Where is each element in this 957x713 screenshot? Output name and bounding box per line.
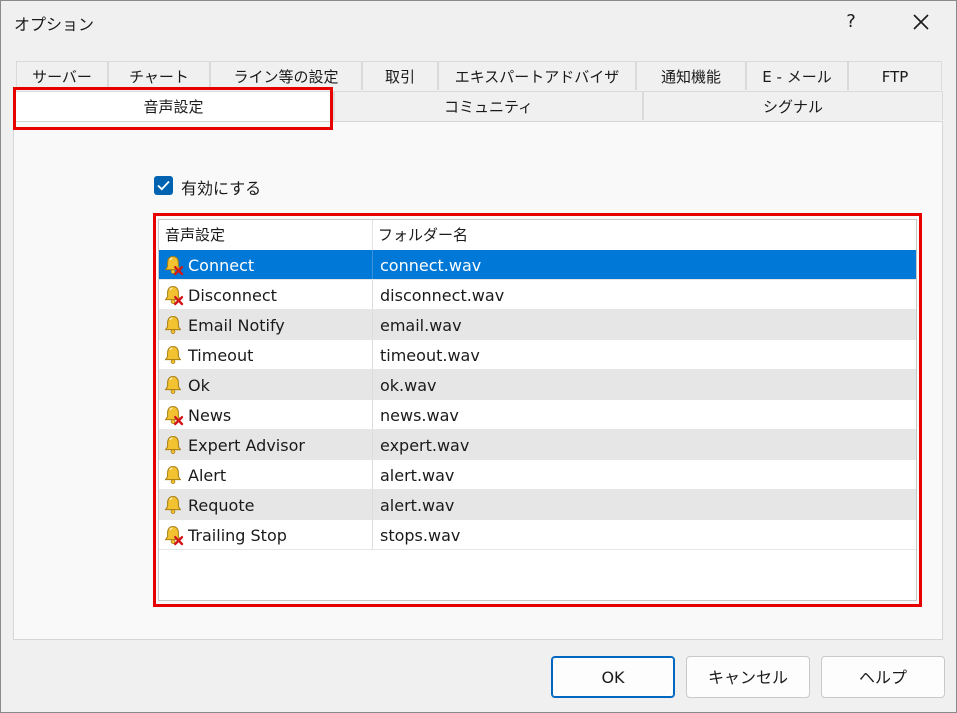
sound-row-expert-advisor[interactable]: Expert Advisor expert.wav (159, 430, 916, 460)
cell-divider (372, 310, 373, 339)
sound-file-name: alert.wav (380, 496, 455, 515)
tab-notifications[interactable]: 通知機能 (636, 61, 746, 90)
tab-server[interactable]: サーバー (16, 61, 108, 90)
bell-disabled-icon[interactable] (162, 404, 184, 426)
sound-events-list[interactable]: 音声設定 フォルダー名 Connect connect.wav Disconnect… (158, 219, 917, 601)
close-button[interactable] (901, 5, 941, 39)
bell-disabled-icon[interactable] (162, 254, 184, 276)
cell-divider (372, 430, 373, 459)
sound-event-name: Ok (188, 376, 210, 395)
cell-divider (372, 460, 373, 489)
column-header-file[interactable]: フォルダー名 (378, 220, 468, 250)
tab-chart[interactable]: チャート (108, 61, 210, 90)
window-title: オプション (14, 15, 95, 34)
sound-event-name: Timeout (188, 346, 254, 365)
tab-email[interactable]: E - メール (746, 61, 848, 90)
title-bar: オプション ? (1, 1, 956, 45)
cell-divider (372, 520, 373, 549)
sound-file-name: timeout.wav (380, 346, 480, 365)
sound-file-name: alert.wav (380, 466, 455, 485)
enable-sounds-checkbox[interactable] (154, 176, 173, 195)
checkmark-icon (157, 180, 170, 191)
cell-divider (372, 370, 373, 399)
tab-community[interactable]: コミュニティ (334, 91, 643, 120)
tab-row-2: 音声設定 コミュニティ シグナル (13, 91, 943, 122)
sound-event-name: Requote (188, 496, 255, 515)
sound-event-name: Expert Advisor (188, 436, 305, 455)
sound-file-name: ok.wav (380, 376, 437, 395)
cell-divider (372, 340, 373, 369)
tab-objects[interactable]: ライン等の設定 (210, 61, 362, 90)
column-header-event[interactable]: 音声設定 (165, 220, 370, 250)
cancel-button[interactable]: キャンセル (686, 656, 810, 698)
column-divider[interactable] (372, 220, 373, 250)
sound-row-email-notify[interactable]: Email Notify email.wav (159, 310, 916, 340)
help-question-button[interactable]: ? (837, 7, 865, 37)
cell-divider (372, 490, 373, 519)
sound-file-name: expert.wav (380, 436, 470, 455)
ok-button[interactable]: OK (551, 656, 675, 698)
sound-row-connect[interactable]: Connect connect.wav (159, 250, 916, 280)
tab-signals[interactable]: シグナル (643, 91, 943, 120)
sound-event-name: Alert (188, 466, 227, 485)
sound-file-name: disconnect.wav (380, 286, 505, 305)
sound-event-name: Connect (188, 256, 255, 275)
sound-event-name: Disconnect (188, 286, 277, 305)
sound-event-name: News (188, 406, 232, 425)
tab-sounds[interactable]: 音声設定 (13, 91, 334, 122)
tab-row-1: サーバー チャート ライン等の設定 取引 エキスパートアドバイザ 通知機能 E … (16, 61, 942, 92)
enable-sounds-label: 有効にする (181, 179, 262, 198)
bell-icon[interactable] (162, 434, 184, 456)
bell-icon[interactable] (162, 374, 184, 396)
close-icon (913, 14, 929, 30)
bell-icon[interactable] (162, 344, 184, 366)
sound-event-name: Trailing Stop (188, 526, 287, 545)
options-dialog: オプション ? サーバー チャート ライン等の設定 取引 エキスパートアドバイザ… (0, 0, 957, 713)
cell-divider (372, 250, 373, 279)
tab-trade[interactable]: 取引 (362, 61, 438, 90)
tab-expert-advisors[interactable]: エキスパートアドバイザ (438, 61, 636, 90)
tab-ftp[interactable]: FTP (848, 61, 942, 90)
help-button[interactable]: ヘルプ (821, 656, 945, 698)
sound-row-alert[interactable]: Alert alert.wav (159, 460, 916, 490)
sound-row-trailing-stop[interactable]: Trailing Stop stops.wav (159, 520, 916, 550)
bell-disabled-icon[interactable] (162, 524, 184, 546)
sound-file-name: email.wav (380, 316, 462, 335)
sound-file-name: connect.wav (380, 256, 482, 275)
bell-icon[interactable] (162, 314, 184, 336)
sound-file-name: stops.wav (380, 526, 461, 545)
sound-row-disconnect[interactable]: Disconnect disconnect.wav (159, 280, 916, 310)
sound-file-name: news.wav (380, 406, 459, 425)
bell-icon[interactable] (162, 494, 184, 516)
sound-row-news[interactable]: News news.wav (159, 400, 916, 430)
sound-row-timeout[interactable]: Timeout timeout.wav (159, 340, 916, 370)
bell-icon[interactable] (162, 464, 184, 486)
bell-disabled-icon[interactable] (162, 284, 184, 306)
sound-row-ok[interactable]: Ok ok.wav (159, 370, 916, 400)
cell-divider (372, 400, 373, 429)
sound-row-requote[interactable]: Requote alert.wav (159, 490, 916, 520)
cell-divider (372, 280, 373, 309)
list-header: 音声設定 フォルダー名 (159, 220, 916, 251)
sound-event-name: Email Notify (188, 316, 285, 335)
